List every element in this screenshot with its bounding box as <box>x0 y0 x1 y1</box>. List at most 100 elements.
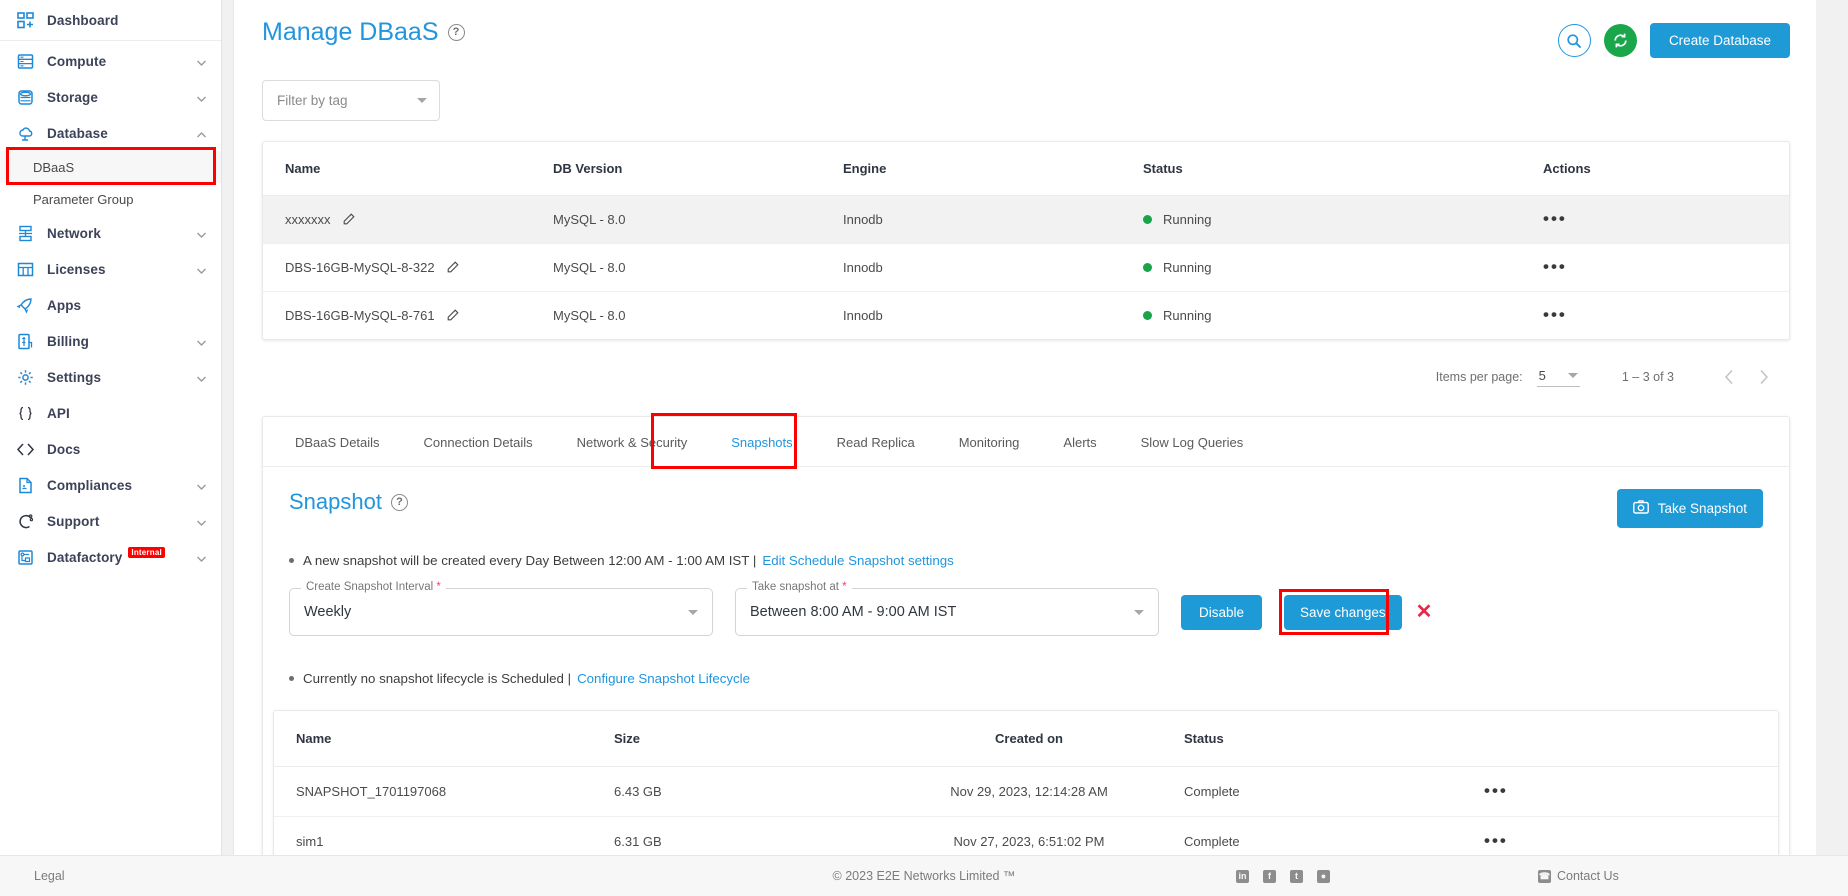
question-mark-icon[interactable]: ? <box>447 24 465 41</box>
sidebar-item-support[interactable]: Support <box>0 503 221 539</box>
create-database-button[interactable]: Create Database <box>1649 23 1790 58</box>
sidebar-subitem-label: DBaaS <box>33 159 75 175</box>
chevron-down-icon <box>196 336 207 347</box>
take-snapshot-button[interactable]: Take Snapshot <box>1616 489 1763 528</box>
table-row[interactable]: DBS-16GB-MySQL-8-322 MySQL - 8.0 Innodb <box>263 243 1789 292</box>
camera-icon <box>1632 500 1649 517</box>
cell-name: DBS-16GB-MySQL-8-761 <box>263 292 553 340</box>
red-x-icon[interactable]: ✕ <box>1416 602 1433 622</box>
tab-network-security[interactable]: Network & Security <box>555 417 710 466</box>
tab-alerts[interactable]: Alerts <box>1041 417 1118 466</box>
sidebar-item-docs[interactable]: Docs <box>0 431 221 467</box>
take-snapshot-at-label: Take snapshot at * <box>747 581 852 593</box>
cell-actions: ••• <box>1543 292 1789 340</box>
sidebar-item-api[interactable]: API <box>0 395 221 431</box>
cell-size: 6.31 GB <box>614 834 662 849</box>
rss-icon[interactable]: ● <box>1317 869 1330 883</box>
facebook-icon[interactable]: f <box>1263 869 1276 883</box>
tab-monitoring[interactable]: Monitoring <box>937 417 1042 466</box>
lifecycle-note-text: Currently no snapshot lifecycle is Sched… <box>303 671 572 686</box>
sidebar-item-datafactory[interactable]: Datafactory Internal <box>0 539 221 575</box>
edit-pencil-icon[interactable] <box>446 309 459 322</box>
bullet-icon <box>289 558 294 563</box>
schedule-note-text: A new snapshot will be created every Day… <box>303 553 757 568</box>
sidebar-item-settings[interactable]: Settings <box>0 359 221 395</box>
legal-link[interactable]: Legal <box>34 869 65 883</box>
save-changes-button[interactable]: Save changes <box>1284 594 1402 630</box>
twitter-icon[interactable]: t <box>1290 869 1303 883</box>
snapshot-table-head: Name Size Created on Status <box>274 711 1778 767</box>
header-actions: Create Database <box>1557 23 1790 58</box>
filter-by-tag-select[interactable]: Filter by tag <box>262 80 440 121</box>
sidebar-item-licenses[interactable]: Licenses <box>0 251 221 287</box>
disable-button[interactable]: Disable <box>1181 594 1263 630</box>
edit-pencil-icon[interactable] <box>342 213 355 226</box>
billing-icon <box>14 332 36 350</box>
create-snapshot-interval-select[interactable]: Create Snapshot Interval * Weekly <box>289 581 713 636</box>
edit-schedule-snapshot-link[interactable]: Edit Schedule Snapshot settings <box>762 553 953 568</box>
chevron-down-icon <box>196 228 207 239</box>
tab-connection-details[interactable]: Connection Details <box>402 417 555 466</box>
items-per-page-label: Items per page: <box>1435 370 1523 384</box>
table-row[interactable]: sim1 6.31 GB Nov 27, 2023, 6:51:02 PM Co… <box>274 817 1778 856</box>
tab-slow-log-queries[interactable]: Slow Log Queries <box>1119 417 1266 466</box>
sidebar-item-apps[interactable]: Apps <box>0 287 221 323</box>
row-actions-menu-button[interactable]: ••• <box>1543 209 1567 228</box>
status-dot <box>1143 311 1152 320</box>
sidebar-item-compute[interactable]: Compute <box>0 43 221 79</box>
rocket-icon <box>14 296 36 314</box>
table-row[interactable]: SNAPSHOT_1701197068 6.43 GB Nov 29, 2023… <box>274 766 1778 817</box>
sidebar-item-parameter-group[interactable]: Parameter Group <box>0 183 221 215</box>
chevron-down-icon <box>688 609 698 615</box>
sidebar-item-database[interactable]: Database <box>0 115 221 151</box>
cell-snapshot-name: SNAPSHOT_1701197068 <box>274 766 614 817</box>
page-title: Manage DBaaS ? <box>262 18 465 47</box>
chevron-down-icon <box>196 552 207 563</box>
cell-name: DBS-16GB-MySQL-8-322 <box>263 243 553 292</box>
grid-icon <box>14 260 36 278</box>
snapshot-table-body: SNAPSHOT_1701197068 6.43 GB Nov 29, 2023… <box>274 766 1778 856</box>
question-mark-icon[interactable]: ? <box>390 493 408 511</box>
column-header-size: Size <box>614 711 874 767</box>
table-row[interactable]: xxxxxxx MySQL - 8.0 Innodb Running ••• <box>263 195 1789 244</box>
cell-name: xxxxxxx <box>263 195 553 244</box>
sidebar-item-network[interactable]: Network <box>0 215 221 251</box>
row-actions-menu-button[interactable]: ••• <box>1484 831 1508 850</box>
row-actions-menu-button[interactable]: ••• <box>1484 781 1508 800</box>
row-actions-menu-button[interactable]: ••• <box>1543 257 1567 276</box>
sidebar-item-billing[interactable]: Billing <box>0 323 221 359</box>
linkedin-icon[interactable]: in <box>1236 869 1249 883</box>
sidebar-divider <box>0 40 221 41</box>
row-actions-menu-button[interactable]: ••• <box>1543 305 1567 324</box>
cell-actions: ••• <box>1484 766 1778 817</box>
sidebar-item-compliances[interactable]: Compliances <box>0 467 221 503</box>
main-content: Manage DBaaS ? Create Database Filter by… <box>234 0 1816 855</box>
tab-read-replica[interactable]: Read Replica <box>815 417 937 466</box>
body-row: Dashboard Compute Storage Database DBaaS… <box>0 0 1848 855</box>
items-per-page-select[interactable]: 5 <box>1536 368 1580 387</box>
sidebar-scrollbar-track[interactable] <box>222 0 234 855</box>
sidebar-item-dbaas[interactable]: DBaaS <box>0 151 221 183</box>
contact-us-link[interactable]: ☎ Contact Us <box>1538 869 1619 883</box>
tab-snapshots[interactable]: Snapshots <box>709 417 814 466</box>
edit-pencil-icon[interactable] <box>446 261 459 274</box>
page-scrollbar-track[interactable] <box>1816 0 1848 855</box>
tab-dbaas-details[interactable]: DBaaS Details <box>273 417 402 466</box>
chevron-down-icon <box>196 480 207 491</box>
next-page-button[interactable] <box>1746 360 1780 394</box>
table-row[interactable]: DBS-16GB-MySQL-8-761 MySQL - 8.0 Innodb <box>263 292 1789 340</box>
sidebar-item-label: API <box>47 405 70 421</box>
status-dot <box>1143 215 1152 224</box>
search-icon[interactable] <box>1557 24 1591 57</box>
lifecycle-note: Currently no snapshot lifecycle is Sched… <box>289 671 1763 686</box>
take-snapshot-at-select[interactable]: Take snapshot at * Between 8:00 AM - 9:0… <box>735 581 1159 636</box>
previous-page-button[interactable] <box>1712 360 1746 394</box>
cell-created-on: Nov 27, 2023, 6:51:02 PM <box>953 834 1105 849</box>
sidebar-item-dashboard[interactable]: Dashboard <box>0 2 221 38</box>
sidebar-item-label: Compliances <box>47 477 133 493</box>
sidebar-item-storage[interactable]: Storage <box>0 79 221 115</box>
configure-snapshot-lifecycle-link[interactable]: Configure Snapshot Lifecycle <box>577 671 750 686</box>
paginator: Items per page: 5 1 – 3 of 3 <box>262 360 1790 394</box>
refresh-icon[interactable] <box>1603 24 1637 57</box>
snapshot-table-card: Name Size Created on Status SNAPSHOT_170… <box>273 710 1779 855</box>
